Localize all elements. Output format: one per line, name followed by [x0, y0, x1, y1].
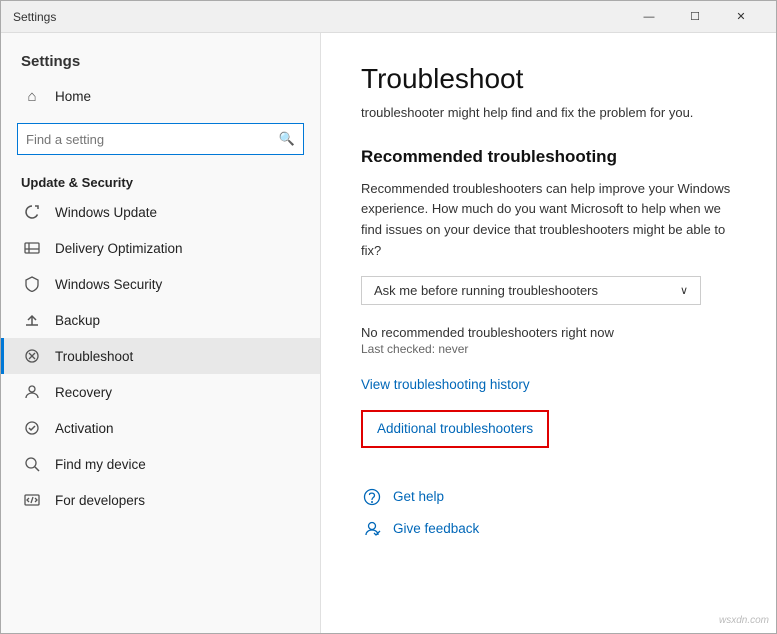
give-feedback-row: Give feedback	[361, 518, 736, 540]
main-content: Settings ⌂ Home 🔍 Update & Security	[1, 33, 776, 633]
get-help-row: Get help	[361, 486, 736, 508]
sidebar-item-delivery-opt-label: Delivery Optimization	[55, 241, 183, 256]
troubleshooter-dropdown[interactable]: Ask me before running troubleshooters ∨	[361, 276, 701, 305]
sidebar-item-troubleshoot[interactable]: Troubleshoot	[1, 338, 320, 374]
find-my-device-icon	[21, 456, 43, 472]
page-subtitle: troubleshooter might help find and fix t…	[361, 103, 736, 123]
recovery-icon	[21, 384, 43, 400]
sidebar-item-find-my-device-label: Find my device	[55, 457, 146, 472]
page-title: Troubleshoot	[361, 63, 736, 95]
sidebar-header: Settings	[1, 33, 320, 78]
sidebar-item-backup[interactable]: Backup	[1, 302, 320, 338]
give-feedback-link[interactable]: Give feedback	[393, 521, 479, 536]
sidebar-item-home[interactable]: ⌂ Home	[1, 78, 320, 115]
sidebar-item-windows-update-label: Windows Update	[55, 205, 157, 220]
sidebar-item-activation[interactable]: Activation	[1, 410, 320, 446]
recommended-title: Recommended troubleshooting	[361, 147, 736, 167]
status-text: No recommended troubleshooters right now	[361, 325, 736, 340]
additional-troubleshooters-box: Additional troubleshooters	[361, 410, 549, 448]
search-input[interactable]	[26, 132, 279, 147]
view-history-link[interactable]: View troubleshooting history	[361, 377, 530, 392]
sidebar-item-windows-security-label: Windows Security	[55, 277, 162, 292]
sidebar-item-windows-update[interactable]: Windows Update	[1, 194, 320, 230]
content-area: Troubleshoot troubleshooter might help f…	[321, 33, 776, 633]
windows-security-icon	[21, 276, 43, 292]
titlebar-title: Settings	[13, 10, 626, 24]
for-developers-icon	[21, 492, 43, 508]
sidebar-item-activation-label: Activation	[55, 421, 114, 436]
last-checked: Last checked: never	[361, 342, 736, 356]
minimize-button[interactable]: —	[626, 1, 672, 33]
get-help-link[interactable]: Get help	[393, 489, 444, 504]
sidebar-item-troubleshoot-label: Troubleshoot	[55, 349, 133, 364]
section-label: Update & Security	[1, 167, 320, 194]
sidebar: Settings ⌂ Home 🔍 Update & Security	[1, 33, 321, 633]
sidebar-item-recovery-label: Recovery	[55, 385, 112, 400]
sidebar-item-delivery-optimization[interactable]: Delivery Optimization	[1, 230, 320, 266]
sidebar-item-backup-label: Backup	[55, 313, 100, 328]
maximize-button[interactable]: ☐	[672, 1, 718, 33]
sidebar-item-find-my-device[interactable]: Find my device	[1, 446, 320, 482]
settings-window: Settings — ☐ ✕ Settings ⌂ Home 🔍 Update …	[0, 0, 777, 634]
sidebar-item-recovery[interactable]: Recovery	[1, 374, 320, 410]
sidebar-item-for-developers-label: For developers	[55, 493, 145, 508]
watermark: wsxdn.com	[719, 615, 769, 626]
get-help-icon	[361, 486, 383, 508]
close-button[interactable]: ✕	[718, 1, 764, 33]
titlebar-controls: — ☐ ✕	[626, 1, 764, 33]
dropdown-value: Ask me before running troubleshooters	[374, 283, 598, 298]
additional-troubleshooters-link[interactable]: Additional troubleshooters	[377, 421, 533, 436]
sidebar-item-home-label: Home	[55, 89, 91, 104]
windows-update-icon	[21, 204, 43, 220]
delivery-optimization-icon	[21, 240, 43, 256]
search-icon: 🔍	[279, 131, 295, 147]
activation-icon	[21, 420, 43, 436]
backup-icon	[21, 312, 43, 328]
sidebar-item-windows-security[interactable]: Windows Security	[1, 266, 320, 302]
dropdown-chevron-icon: ∨	[680, 284, 688, 297]
search-box[interactable]: 🔍	[17, 123, 304, 155]
give-feedback-icon	[361, 518, 383, 540]
sidebar-item-for-developers[interactable]: For developers	[1, 482, 320, 518]
recommended-desc: Recommended troubleshooters can help imp…	[361, 179, 736, 262]
troubleshoot-icon	[21, 348, 43, 364]
home-icon: ⌂	[21, 88, 43, 105]
titlebar: Settings — ☐ ✕	[1, 1, 776, 33]
